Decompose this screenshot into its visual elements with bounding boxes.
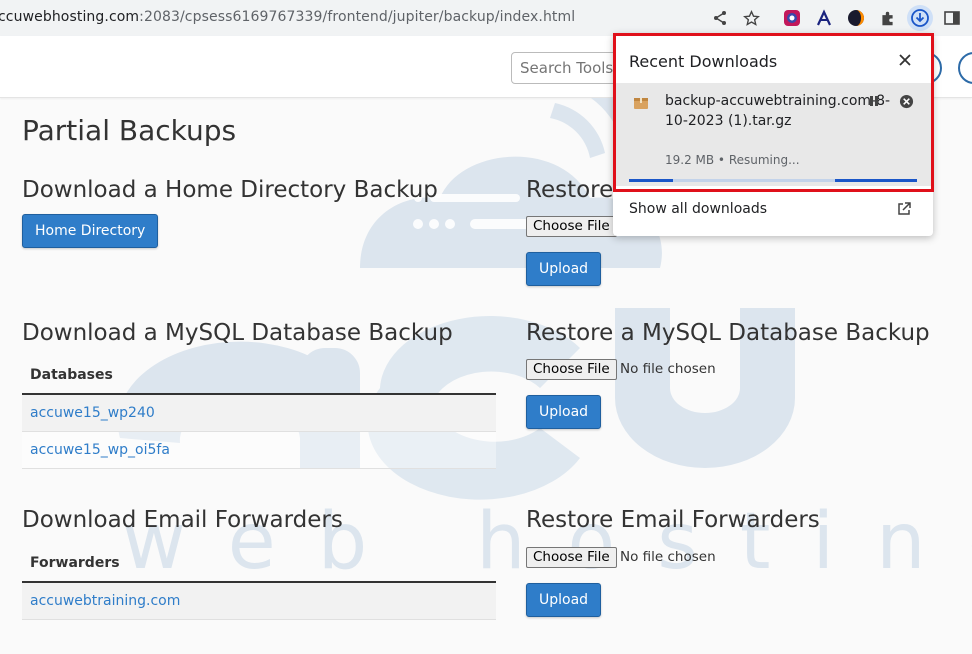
forwarder-row-link[interactable]: accuwebtraining.com (22, 583, 496, 620)
download-progress-bar (629, 179, 917, 182)
downloads-popup: Recent Downloads backup-accuwebtraining.… (613, 33, 933, 236)
email-forwarders-heading: Download Email Forwarders (22, 507, 343, 533)
databases-table: Databases accuwe15_wp240 accuwe15_wp_oi5… (22, 355, 496, 469)
archive-file-icon (633, 95, 649, 115)
home-directory-button[interactable]: Home Directory (22, 214, 159, 248)
restore-mysql-upload-button[interactable]: Upload (526, 395, 602, 429)
restore-mysql-file-status: No file chosen (620, 361, 716, 377)
extension-moon-icon[interactable] (846, 8, 866, 28)
restore-mysql-heading: Restore a MySQL Database Backup (526, 320, 930, 346)
open-external-icon[interactable] (897, 201, 913, 217)
page-title: Partial Backups (22, 114, 237, 147)
url-host: ccuwebhosting.com (0, 9, 140, 25)
downloads-title: Recent Downloads (629, 52, 778, 71)
database-row-link[interactable]: accuwe15_wp_oi5fa (22, 432, 496, 469)
extension-color-icon[interactable] (782, 8, 802, 28)
restore-home-upload-button[interactable]: Upload (526, 252, 602, 286)
pause-icon[interactable] (866, 93, 882, 109)
home-backup-heading: Download a Home Directory Backup (22, 177, 438, 203)
show-all-downloads-link[interactable]: Show all downloads (629, 201, 767, 217)
restore-email-file-status: No file chosen (620, 549, 716, 565)
bookmark-star-icon[interactable] (741, 8, 761, 28)
restore-home-heading: Restore (526, 177, 614, 203)
download-icon[interactable] (907, 5, 933, 31)
close-icon[interactable] (895, 50, 915, 70)
url-path: :2083/cpsess6169767339/frontend/jupiter/… (139, 9, 576, 25)
sidebar-icon[interactable] (942, 8, 962, 28)
download-item[interactable]: backup-accuwebtraining.com-8-10-2023 (1)… (616, 83, 932, 186)
browser-toolbar: ccuwebhosting.com:2083/cpsess6169767339/… (0, 0, 972, 36)
share-icon[interactable] (710, 8, 730, 28)
restore-email-heading: Restore Email Forwarders (526, 507, 820, 533)
download-status: 19.2 MB • Resuming... (665, 153, 800, 167)
restore-email-choose-file-button[interactable]: Choose File (526, 547, 617, 568)
user-menu-button[interactable] (958, 52, 972, 84)
puzzle-icon[interactable] (877, 8, 897, 28)
forwarders-column-header: Forwarders (22, 543, 496, 583)
extension-arrow-icon[interactable] (814, 8, 834, 28)
databases-column-header: Databases (22, 355, 496, 395)
address-bar[interactable]: ccuwebhosting.com:2083/cpsess6169767339/… (0, 9, 575, 25)
restore-home-choose-file-button[interactable]: Choose File (526, 216, 617, 237)
forwarders-table: Forwarders accuwebtraining.com (22, 543, 496, 620)
database-row-link[interactable]: accuwe15_wp240 (22, 395, 496, 432)
restore-mysql-choose-file-button[interactable]: Choose File (526, 359, 617, 380)
cancel-download-icon[interactable] (897, 92, 915, 110)
mysql-backup-heading: Download a MySQL Database Backup (22, 320, 453, 346)
restore-email-upload-button[interactable]: Upload (526, 583, 602, 617)
